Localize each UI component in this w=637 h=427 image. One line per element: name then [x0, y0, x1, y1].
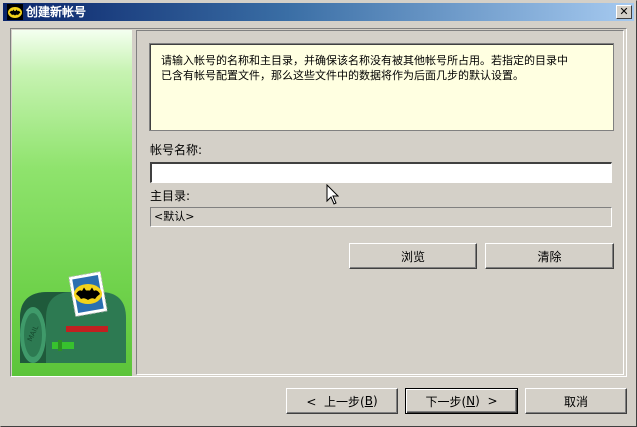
- side-illustration-panel: MAIL: [12, 30, 132, 376]
- account-name-label: 帐号名称:: [150, 143, 203, 157]
- clear-button[interactable]: 清除: [485, 243, 614, 269]
- cancel-button[interactable]: 取消: [525, 388, 627, 414]
- next-button-label-start: 下一步(: [425, 394, 467, 409]
- create-account-dialog: 创建新帐号 ✕ MAIL 请输入帐号的名称和主目录，并确保该名称没有被其他帐号所…: [0, 0, 637, 427]
- next-button[interactable]: 下一步(N) >: [405, 388, 518, 414]
- home-directory-label: 主目录:: [150, 189, 191, 203]
- home-directory-field: <默认>: [150, 207, 612, 227]
- browse-button[interactable]: 浏览: [349, 243, 477, 269]
- instruction-line-2: 已含有帐号配置文件，那么这些文件中的数据将作为后面几步的默认设置。: [161, 69, 524, 82]
- close-button[interactable]: ✕: [616, 5, 632, 19]
- title-bar[interactable]: 创建新帐号 ✕: [3, 3, 634, 21]
- mouse-cursor-icon: [326, 184, 339, 205]
- back-button[interactable]: < 上一步(B): [286, 388, 398, 414]
- back-button-shortcut: B: [364, 394, 373, 408]
- account-name-input[interactable]: [150, 162, 612, 183]
- close-icon: ✕: [619, 5, 629, 18]
- next-button-shortcut: N: [466, 394, 476, 408]
- window-title: 创建新帐号: [26, 5, 87, 19]
- back-button-label-end: ): [372, 394, 378, 408]
- mailbox-illustration: MAIL: [20, 270, 126, 363]
- next-button-label-end: ) >: [475, 394, 498, 408]
- instruction-box: 请输入帐号的名称和主目录，并确保该名称没有被其他帐号所占用。若指定的目录中 已含…: [149, 43, 614, 131]
- back-button-label-start: < 上一步(: [306, 394, 365, 409]
- bat-stamp-icon: [68, 270, 108, 318]
- instruction-line-1: 请输入帐号的名称和主目录，并确保该名称没有被其他帐号所占用。若指定的目录中: [161, 54, 568, 67]
- bat-app-icon: [7, 4, 23, 20]
